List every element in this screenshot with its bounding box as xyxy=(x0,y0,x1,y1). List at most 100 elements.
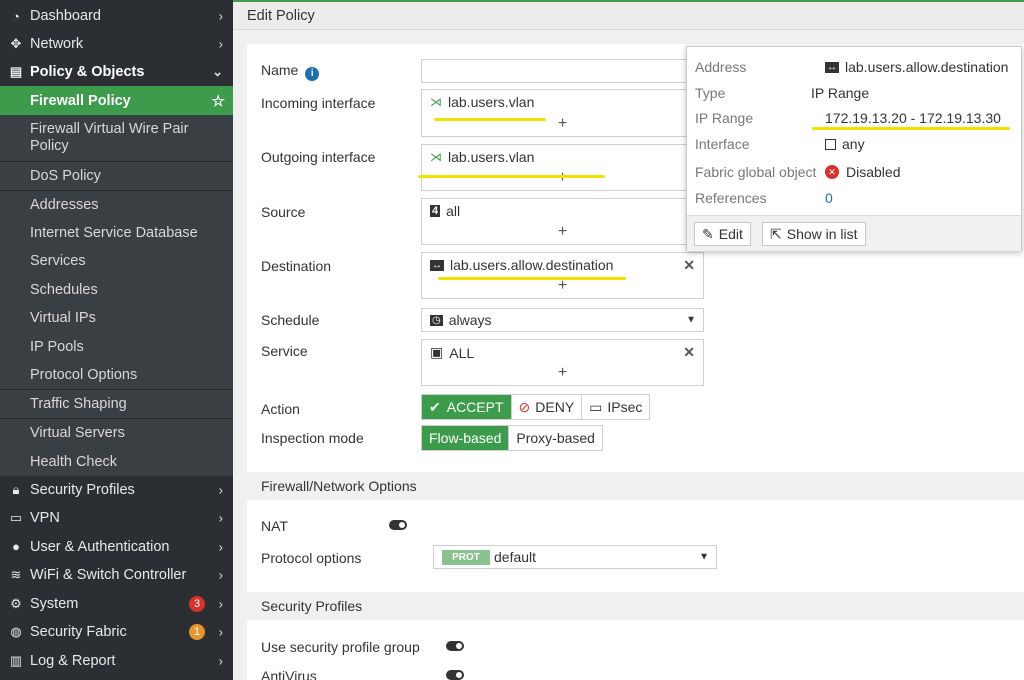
source-chip[interactable]: 4 all xyxy=(430,203,460,219)
popup-interface-value: any xyxy=(825,136,865,152)
sidebar-item-addresses[interactable]: Addresses xyxy=(0,191,233,219)
popup-edit-button[interactable]: ✎ Edit xyxy=(694,222,751,246)
popup-show-in-list-button[interactable]: ⇱ Show in list xyxy=(762,222,866,246)
sidebar-item-isdb[interactable]: Internet Service Database xyxy=(0,219,233,247)
popup-type-value: IP Range xyxy=(811,85,870,101)
protocol-options-select[interactable]: PROT default ▼ xyxy=(433,545,717,569)
incoming-interface-field[interactable]: ⋊ lab.users.vlan + xyxy=(421,89,704,137)
destination-field[interactable]: ↔ lab.users.allow.destination ✕ + xyxy=(421,252,704,299)
flow-based-button[interactable]: Flow-based xyxy=(422,426,510,450)
nav-user-auth[interactable]: ● User & Authentication › xyxy=(0,532,233,561)
nav-log-report[interactable]: ▥ Log & Report › xyxy=(0,646,233,675)
popup-fabric-key: Fabric global object xyxy=(695,164,817,180)
incoming-interface-label: Incoming interface xyxy=(261,95,376,111)
destination-chip[interactable]: ↔ lab.users.allow.destination xyxy=(430,257,613,273)
schedules-label: Schedules xyxy=(30,281,98,298)
nav-wifi[interactable]: ≋ WiFi & Switch Controller › xyxy=(0,561,233,589)
nav-policy-objects[interactable]: ▤ Policy & Objects ⌄ xyxy=(0,58,233,86)
gear-icon: ⚙ xyxy=(10,595,22,611)
remove-destination-button[interactable]: ✕ xyxy=(683,257,695,274)
service-chip[interactable]: ▣ ALL xyxy=(430,344,474,361)
nav-policy-objects-label: Policy & Objects xyxy=(30,64,145,80)
nav-security-fabric-label: Security Fabric xyxy=(30,624,127,640)
sidebar-item-protocol-options[interactable]: Protocol Options xyxy=(0,361,233,389)
info-icon[interactable]: i xyxy=(305,66,320,81)
popup-range-value: 172.19.13.20 - 172.19.13.30 xyxy=(825,110,1001,126)
outgoing-interface-field[interactable]: ⋊ lab.users.vlan + xyxy=(421,144,704,191)
popup-footer: ✎ Edit ⇱ Show in list xyxy=(687,215,1021,251)
name-label: Name i xyxy=(261,62,320,81)
chevron-right-icon: › xyxy=(218,567,223,583)
popup-fabric-value: ✕ Disabled xyxy=(825,164,900,180)
antivirus-label: AntiVirus xyxy=(261,668,317,680)
nav-dashboard[interactable]: ◔ Dashboard › xyxy=(0,2,233,30)
nav-network[interactable]: ✥ Network › xyxy=(0,30,233,58)
security-profiles-heading: Security Profiles xyxy=(261,598,363,614)
service-value: ALL xyxy=(449,344,475,361)
nav-log-report-label: Log & Report xyxy=(30,652,116,669)
nat-toggle[interactable] xyxy=(389,520,407,530)
star-icon[interactable]: ☆ xyxy=(212,92,225,110)
sidebar-item-virtual-servers[interactable]: Virtual Servers xyxy=(0,419,233,447)
remove-service-button[interactable]: ✕ xyxy=(683,344,695,361)
dashboard-icon: ◔ xyxy=(12,8,20,24)
outgoing-interface-label: Outgoing interface xyxy=(261,149,376,165)
nav-security-fabric[interactable]: ◍ Security Fabric 1 › xyxy=(0,618,233,646)
highlight-mark xyxy=(418,175,605,178)
sidebar-item-vips[interactable]: Virtual IPs xyxy=(0,304,233,332)
source-field[interactable]: 4 all + xyxy=(421,198,704,245)
chevron-right-icon: › xyxy=(218,653,223,668)
accept-label: ACCEPT xyxy=(446,399,504,415)
chevron-right-icon: › xyxy=(218,8,223,24)
chevron-right-icon: › xyxy=(218,482,223,498)
schedule-select[interactable]: ◷ always ▼ xyxy=(421,308,704,332)
ip-pools-label: IP Pools xyxy=(30,338,84,355)
sidebar-item-traffic-shaping[interactable]: Traffic Shaping xyxy=(0,390,233,418)
service-field[interactable]: ▣ ALL ✕ + xyxy=(421,339,704,386)
fw-vwire-label: Firewall Virtual Wire Pair xyxy=(30,121,189,137)
incoming-interface-chip[interactable]: ⋊ lab.users.vlan xyxy=(430,94,534,110)
outgoing-interface-chip[interactable]: ⋊ lab.users.vlan xyxy=(430,149,534,165)
nat-label: NAT xyxy=(261,518,288,534)
add-outgoing-button[interactable]: + xyxy=(558,169,567,187)
action-accept-button[interactable]: ✔ ACCEPT xyxy=(422,395,512,419)
deny-icon: ⊘ xyxy=(518,398,531,415)
add-source-button[interactable]: + xyxy=(558,223,567,241)
chevron-down-icon: ⌄ xyxy=(212,64,223,79)
popup-references-link[interactable]: 0 xyxy=(825,190,833,206)
chevron-right-icon: › xyxy=(218,510,223,526)
network-icon: ✥ xyxy=(10,36,22,51)
popup-fabric-text: Disabled xyxy=(846,164,901,180)
nav-security-profiles[interactable]: 🔒︎ Security Profiles › xyxy=(0,476,233,504)
sidebar-item-services[interactable]: Services xyxy=(0,247,233,275)
firewall-policy-label: Firewall Policy xyxy=(30,92,131,109)
sidebar-item-health-check[interactable]: Health Check xyxy=(0,447,233,476)
add-service-button[interactable]: + xyxy=(558,364,567,382)
nav-system[interactable]: ⚙ System 3 › xyxy=(0,589,233,618)
antivirus-toggle[interactable] xyxy=(446,670,464,680)
sidebar-item-dos-policy[interactable]: DoS Policy xyxy=(0,162,233,190)
action-label: Action xyxy=(261,401,300,417)
chevron-right-icon: › xyxy=(218,624,223,640)
nav-vpn[interactable]: ▭ VPN › xyxy=(0,504,233,532)
use-profile-group-toggle[interactable] xyxy=(446,641,464,651)
action-deny-button[interactable]: ⊘ DENY xyxy=(511,395,583,419)
add-incoming-button[interactable]: + xyxy=(558,115,567,133)
sidebar-item-schedules[interactable]: Schedules xyxy=(0,275,233,304)
proxy-based-button[interactable]: Proxy-based xyxy=(509,426,602,450)
nav-dashboard-label: Dashboard xyxy=(30,8,101,24)
ipsec-label: IPsec xyxy=(607,399,643,415)
chevron-down-icon: ▼ xyxy=(699,551,709,563)
firewall-options-heading: Firewall/Network Options xyxy=(261,478,417,494)
popup-references-key: References xyxy=(695,190,767,206)
name-input[interactable] xyxy=(421,59,691,83)
protocol-options-label: Protocol options xyxy=(261,550,362,566)
sidebar-item-fw-vwire[interactable]: Firewall Virtual Wire Pair Policy xyxy=(0,115,233,161)
sidebar-item-firewall-policy[interactable]: Firewall Policy ☆ xyxy=(0,86,233,115)
chevron-right-icon: › xyxy=(218,539,223,554)
policy-icon: ▤ xyxy=(9,64,23,79)
sidebar-item-ip-pools[interactable]: IP Pools xyxy=(0,332,233,361)
nav-system-label: System xyxy=(30,595,79,612)
popup-interface-key: Interface xyxy=(695,136,750,152)
action-ipsec-button[interactable]: ▭ IPsec xyxy=(582,395,650,419)
